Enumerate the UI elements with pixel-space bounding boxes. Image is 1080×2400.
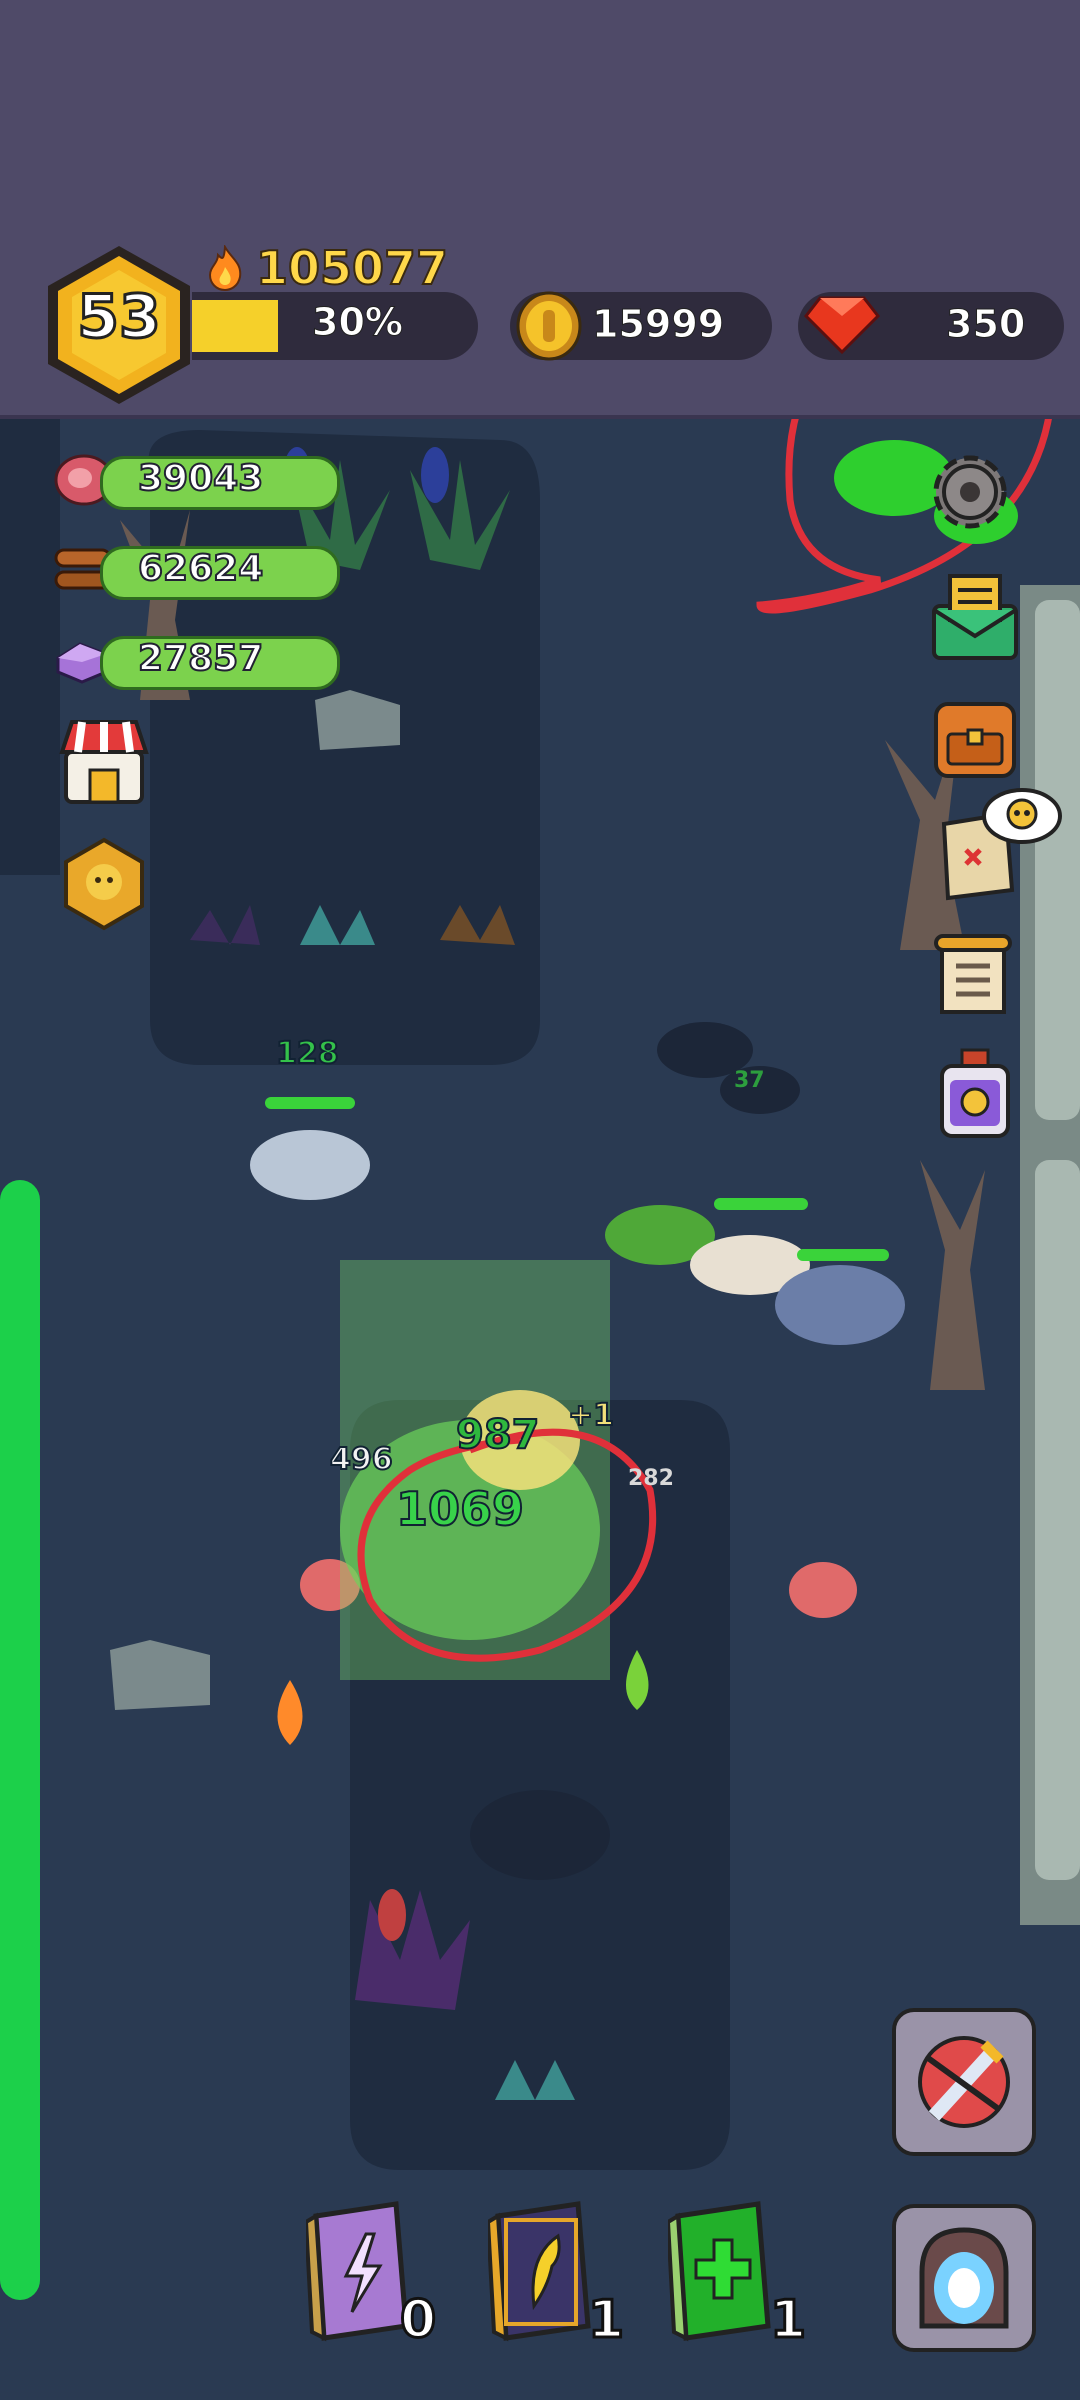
heal-book-icon (665, 2201, 771, 2342)
backpack-button[interactable] (928, 690, 1022, 788)
gold-coin-icon (516, 291, 582, 361)
shop-button[interactable] (58, 716, 150, 812)
scroll-icon (934, 934, 1012, 1014)
wing-book-count: 1 (586, 2289, 625, 2352)
power-display: 105077 (204, 238, 449, 298)
auto-battle-button[interactable] (892, 2008, 1036, 2156)
backpack-icon (934, 702, 1016, 778)
floating-number: 987 (455, 1411, 540, 1459)
wing-skill-book[interactable]: 1 (485, 2196, 626, 2352)
skull-notification-badge[interactable] (980, 786, 1064, 856)
flame-icon (208, 245, 242, 291)
heal-book-count: 1 (768, 2289, 807, 2352)
floating-number: 496 (329, 1441, 394, 1478)
lightning-book-count: 0 (398, 2289, 437, 2352)
floating-number: 37 (734, 1068, 765, 1093)
heal-skill-book[interactable]: 1 (665, 2196, 808, 2352)
resource-meat-value: 39043 (137, 457, 264, 500)
player-level: 53 (76, 281, 163, 354)
crossed-sword-icon (918, 2036, 1010, 2128)
lightning-skill-book[interactable]: 0 (303, 2196, 438, 2352)
xp-progress-bar: 30% (192, 292, 478, 360)
resource-wood-value: 62624 (137, 547, 264, 590)
power-value: 105077 (255, 240, 449, 296)
floating-number: 128 (275, 1035, 340, 1072)
shop-icon (59, 720, 149, 804)
gem-value: 350 (945, 302, 1026, 347)
portal-button[interactable] (892, 2204, 1036, 2352)
wing-book-icon (485, 2201, 591, 2342)
mail-button[interactable] (928, 570, 1022, 668)
xp-progress-fill (192, 300, 278, 352)
floating-number: 282 (628, 1466, 674, 1491)
rank-badge-button[interactable] (56, 836, 152, 936)
gold-value: 15999 (591, 302, 725, 347)
scroll-button[interactable] (930, 930, 1016, 1026)
settings-gear-overlay-icon (933, 455, 1007, 529)
gold-counter[interactable]: 15999 (510, 291, 772, 361)
gem-counter[interactable]: 350 (798, 292, 1064, 360)
potion-button[interactable] (934, 1046, 1016, 1146)
red-gem-icon (804, 296, 880, 355)
laurel-badge-icon (64, 837, 144, 931)
mail-icon (932, 574, 1018, 660)
skull-speech-bubble-icon (982, 788, 1062, 844)
skull-potion-icon (940, 1048, 1010, 1138)
player-level-badge[interactable]: 53 (44, 242, 194, 408)
floating-number: 1069 (395, 1481, 525, 1537)
floating-number: +1 (567, 1397, 615, 1434)
resource-crystal-value: 27857 (137, 637, 264, 680)
xp-percent-label: 30% (312, 300, 404, 345)
portal-icon (919, 2227, 1009, 2329)
